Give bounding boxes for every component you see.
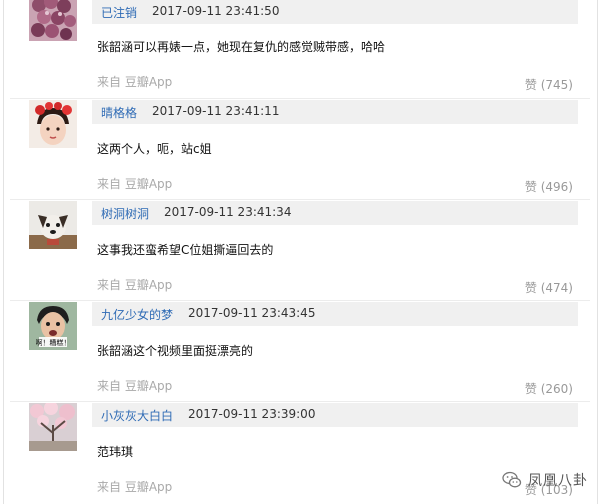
dog-avatar-image	[29, 201, 77, 249]
comment-source: 来自 豆瓣App	[97, 480, 173, 494]
watermark-text: 凤凰八卦	[528, 473, 588, 489]
comment-list: 已注销 2017-09-11 23:41:50 张韶涵可以再婊一点，她现在复仇的…	[0, 0, 600, 504]
comment-header: 小灰灰大白白 2017-09-11 23:39:00	[92, 403, 578, 427]
comment-source: 来自 豆瓣App	[97, 379, 173, 393]
comment-timestamp: 2017-09-11 23:39:00	[188, 407, 316, 421]
man-meme-avatar-image: 啊！糟糕！	[29, 302, 77, 350]
comment-header: 晴格格 2017-09-11 23:41:11	[92, 100, 578, 124]
avatar[interactable]: 啊！糟糕！	[29, 302, 77, 350]
avatar[interactable]	[29, 201, 77, 249]
cherry-blossom-avatar-image	[29, 403, 77, 451]
grapes-avatar-image	[29, 0, 77, 41]
like-count[interactable]: 赞 (496)	[525, 178, 573, 195]
comment-item: 树洞树洞 2017-09-11 23:41:34 这事我还蛮希望C位姐撕逼回去的…	[0, 196, 600, 298]
comment-header: 已注销 2017-09-11 23:41:50	[92, 0, 578, 24]
comment-text: 范玮琪	[97, 445, 134, 459]
wechat-icon	[502, 471, 522, 488]
like-count[interactable]: 赞 (745)	[525, 76, 573, 93]
comment-text: 张韶涵这个视频里面挺漂亮的	[97, 344, 254, 358]
comment-item: 已注销 2017-09-11 23:41:50 张韶涵可以再婊一点，她现在复仇的…	[0, 0, 600, 95]
comment-username[interactable]: 晴格格	[101, 104, 137, 121]
girl-avatar-image	[29, 100, 77, 148]
comment-timestamp: 2017-09-11 23:41:34	[164, 205, 292, 219]
comment-text: 这两个人，呃，站c姐	[97, 142, 212, 156]
like-count[interactable]: 赞 (260)	[525, 380, 573, 397]
comment-username[interactable]: 小灰灰大白白	[101, 407, 173, 424]
comment-source: 来自 豆瓣App	[97, 278, 173, 292]
comment-item: 晴格格 2017-09-11 23:41:11 这两个人，呃，站c姐 来自 豆瓣…	[0, 95, 600, 197]
avatar[interactable]	[29, 403, 77, 451]
avatar[interactable]	[29, 100, 77, 148]
avatar[interactable]	[29, 0, 77, 41]
comment-username[interactable]: 树洞树洞	[101, 205, 149, 222]
comment-username[interactable]: 已注销	[101, 4, 137, 21]
like-count[interactable]: 赞 (474)	[525, 279, 573, 296]
comment-source: 来自 豆瓣App	[97, 177, 173, 191]
comment-header: 树洞树洞 2017-09-11 23:41:34	[92, 201, 578, 225]
comment-item: 啊！糟糕！ 九亿少女的梦 2017-09-11 23:43:45 张韶涵这个视频…	[0, 297, 600, 399]
comment-timestamp: 2017-09-11 23:43:45	[188, 306, 316, 320]
comment-text: 这事我还蛮希望C位姐撕逼回去的	[97, 243, 274, 257]
comment-header: 九亿少女的梦 2017-09-11 23:43:45	[92, 302, 578, 326]
comment-username[interactable]: 九亿少女的梦	[101, 306, 173, 323]
avatar-caption: 啊！糟糕！	[36, 338, 71, 347]
comment-text: 张韶涵可以再婊一点，她现在复仇的感觉贼带感，哈哈	[97, 40, 386, 54]
comment-source: 来自 豆瓣App	[97, 75, 173, 89]
watermark: 凤凰八卦	[502, 469, 588, 491]
comment-timestamp: 2017-09-11 23:41:50	[152, 4, 280, 18]
comment-timestamp: 2017-09-11 23:41:11	[152, 104, 280, 118]
